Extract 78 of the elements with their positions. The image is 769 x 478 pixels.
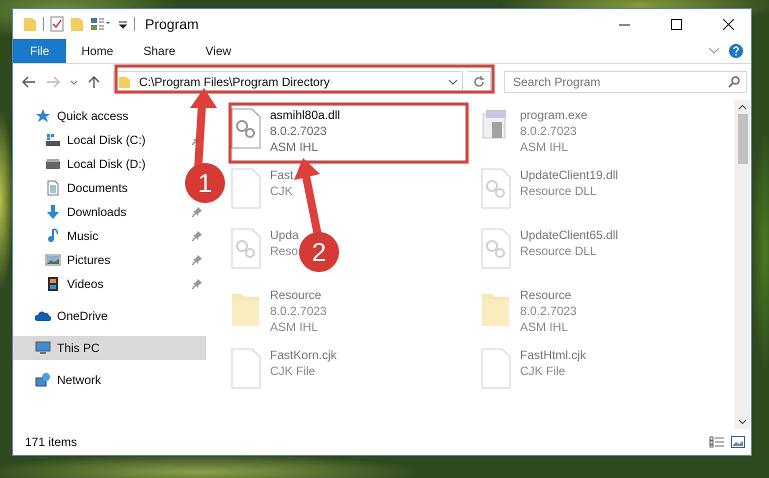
file-detail: 8.0.2.7023 — [520, 304, 577, 318]
sidebar-item[interactable]: Pictures — [13, 248, 210, 272]
step-badge: 1 — [185, 163, 225, 203]
sidebar-item[interactable]: Local Disk (D:) — [13, 152, 154, 176]
sidebar-item[interactable]: Videos — [13, 272, 210, 296]
file-detail: ASM IHL — [270, 140, 320, 154]
refresh-button[interactable] — [467, 71, 491, 93]
file-name: FastHtml.cjk — [520, 348, 586, 362]
properties-icon[interactable] — [50, 16, 64, 32]
network-icon — [35, 372, 51, 388]
maximize-icon — [670, 18, 682, 30]
item-count: 171 items — [25, 435, 78, 449]
file-name: Resource — [520, 288, 572, 302]
file-detail: Resource DLL — [520, 184, 598, 198]
file-name: program.exe — [520, 108, 588, 122]
sidebar-item[interactable]: This PC — [13, 336, 206, 360]
view-options-icon[interactable] — [90, 16, 112, 32]
help-icon[interactable] — [729, 44, 743, 58]
music-note-icon — [45, 228, 61, 244]
large-icons-view-icon[interactable] — [731, 436, 745, 448]
file-detail: Reso — [270, 244, 299, 258]
file-name: Resource — [270, 288, 322, 302]
scrollbar[interactable] — [734, 100, 751, 429]
search-input[interactable]: Search Program — [511, 74, 728, 90]
file-detail: ASM IHL — [520, 140, 570, 154]
film-icon — [45, 276, 61, 292]
scroll-up-icon[interactable] — [738, 104, 747, 110]
download-arrow-icon — [45, 204, 61, 220]
ribbon-tab[interactable]: Home — [66, 39, 128, 63]
chevron-down-icon — [70, 80, 78, 84]
ribbon-tab[interactable]: Share — [128, 39, 190, 63]
up-arrow-icon — [88, 75, 100, 89]
file-detail: CJK File — [520, 364, 566, 378]
back-arrow-icon — [22, 76, 36, 88]
file-detail: Resource DLL — [520, 244, 598, 258]
details-view-icon[interactable] — [709, 436, 725, 448]
dropdown-icon[interactable] — [448, 79, 458, 85]
drive-icon — [45, 132, 61, 148]
file-detail: 8.0.2.7023 — [270, 124, 328, 138]
file-detail: CJK File — [270, 364, 316, 378]
gear-file-icon[interactable] — [230, 108, 262, 150]
ribbon-tab[interactable]: View — [190, 39, 246, 63]
drive-icon — [45, 156, 61, 172]
sidebar-item[interactable]: Quick access — [13, 104, 136, 128]
file-detail: ASM IHL — [520, 320, 570, 334]
file-detail: ASM IHL — [270, 320, 320, 334]
file-name: Fast — [270, 168, 294, 182]
step-badge: 2 — [299, 232, 339, 272]
search-box[interactable]: Search Program — [504, 71, 747, 93]
file-name: asmihl80a.dll — [270, 108, 340, 122]
folder-icon — [118, 75, 132, 89]
document-icon — [45, 180, 61, 196]
scroll-thumb[interactable] — [738, 114, 748, 164]
search-icon — [728, 76, 740, 88]
forward-arrow-icon — [46, 76, 60, 88]
star-icon — [35, 108, 51, 124]
file-detail: CJK — [270, 184, 294, 198]
sidebar-item[interactable]: Downloads — [13, 200, 210, 224]
refresh-icon — [472, 76, 484, 88]
sidebar-item[interactable]: Network — [13, 368, 110, 392]
sidebar-item[interactable]: OneDrive — [13, 304, 116, 328]
sidebar-item[interactable]: Music — [13, 224, 210, 248]
expand-ribbon-icon[interactable] — [709, 48, 719, 54]
address-input[interactable]: C:\Program Files\Program Directory — [137, 74, 443, 90]
file-name: Upda — [270, 228, 299, 242]
file-name: FastKorn.cjk — [270, 348, 337, 362]
monitor-icon — [35, 340, 51, 356]
scroll-down-icon[interactable] — [738, 419, 747, 425]
ribbon-tab[interactable]: File — [13, 39, 66, 63]
sidebar-item[interactable]: Documents — [13, 176, 136, 200]
file-name: UpdateClient65.dll — [520, 228, 618, 242]
file-detail: 8.0.2.7023 — [520, 124, 578, 138]
address-bar[interactable]: C:\Program Files\Program Directory — [113, 71, 463, 93]
window-title: Program — [145, 16, 199, 32]
file-name: UpdateClient19.dll — [520, 168, 618, 182]
picture-frame-icon — [45, 252, 61, 268]
close-icon — [722, 18, 734, 30]
file-detail: 8.0.2.7023 — [270, 304, 327, 318]
